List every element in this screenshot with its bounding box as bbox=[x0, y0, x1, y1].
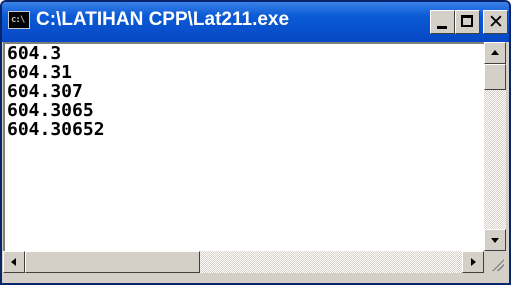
vertical-scroll-thumb[interactable] bbox=[484, 64, 506, 90]
scroll-left-button[interactable] bbox=[3, 251, 25, 273]
maximize-button[interactable] bbox=[455, 10, 480, 34]
console-line: 604.30652 bbox=[7, 119, 105, 140]
horizontal-scroll-thumb[interactable] bbox=[25, 251, 200, 273]
console-line: 604.3 bbox=[7, 43, 62, 64]
window-title: C:\LATIHAN CPP\Lat211.exe bbox=[36, 9, 290, 30]
scroll-down-button[interactable] bbox=[484, 229, 506, 251]
arrow-up-icon bbox=[491, 50, 499, 55]
horizontal-scrollbar[interactable] bbox=[3, 251, 484, 273]
minimize-icon bbox=[437, 26, 447, 29]
cmd-console-icon[interactable]: c:\ bbox=[8, 11, 30, 29]
arrow-down-icon bbox=[491, 238, 499, 243]
resize-grip-icon bbox=[492, 259, 504, 271]
vertical-scrollbar[interactable] bbox=[484, 42, 506, 251]
scroll-right-button[interactable] bbox=[462, 251, 484, 273]
scroll-up-button[interactable] bbox=[484, 42, 506, 64]
title-bar[interactable]: c:\ C:\LATIHAN CPP\Lat211.exe ✕ bbox=[2, 2, 509, 42]
console-line: 604.307 bbox=[7, 81, 83, 102]
maximize-icon bbox=[461, 15, 473, 27]
arrow-left-icon bbox=[11, 258, 16, 266]
close-icon: ✕ bbox=[488, 11, 504, 33]
resize-corner[interactable] bbox=[484, 251, 506, 273]
arrow-right-icon bbox=[471, 258, 476, 266]
cmd-console-icon-text: c:\ bbox=[11, 15, 25, 25]
minimize-button[interactable] bbox=[430, 10, 455, 34]
close-button[interactable]: ✕ bbox=[483, 10, 508, 34]
console-output[interactable]: 604.3 604.31 604.307 604.3065 604.30652 bbox=[3, 42, 484, 251]
console-line: 604.3065 bbox=[7, 100, 94, 121]
console-line: 604.31 bbox=[7, 62, 73, 83]
